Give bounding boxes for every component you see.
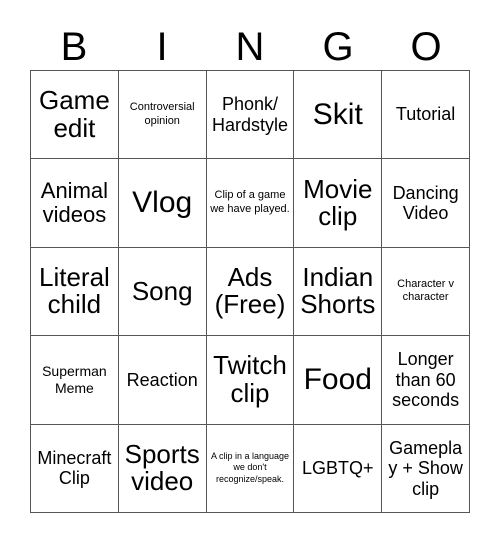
bingo-cell-g2[interactable]: Movie clip	[294, 159, 383, 248]
bingo-cell-label: Twitch clip	[213, 350, 287, 408]
bingo-cell-label: LGBTQ+	[302, 458, 374, 479]
bingo-cell-i1[interactable]: Controversial opinion	[118, 71, 207, 160]
bingo-cell-label: Character v character	[397, 277, 455, 304]
bingo-cell-b4[interactable]: Superman Meme	[31, 336, 119, 425]
bingo-cell-i4[interactable]: Reaction	[118, 336, 207, 425]
bingo-cell-label: Dancing Video	[392, 182, 459, 224]
bingo-cell-o3[interactable]: Character v character	[382, 247, 470, 337]
header-letter-o: O	[410, 25, 442, 69]
bingo-cell-g5[interactable]: LGBTQ+	[294, 424, 383, 513]
bingo-cell-label: Ads (Free)	[214, 261, 286, 320]
bingo-cell-i5[interactable]: Sports video	[118, 424, 207, 513]
header-letter-i: I	[156, 25, 168, 69]
bingo-cell-label: Literal child	[38, 261, 110, 320]
bingo-cell-label: Game edit	[38, 85, 110, 143]
bingo-cell-label: Food	[303, 363, 372, 397]
bingo-cell-n1[interactable]: Phonk/ Hardstyle	[206, 71, 295, 160]
bingo-cell-label: Song	[131, 275, 193, 306]
bingo-cell-label: Minecraft Clip	[37, 447, 112, 489]
bingo-cell-label: Gameplay + Show clip	[388, 437, 463, 499]
bingo-grid: Game edit Controversial opinion Phonk/ H…	[30, 70, 470, 513]
bingo-header: B I N G O	[30, 24, 470, 70]
bingo-cell-o5[interactable]: Gameplay + Show clip	[382, 424, 470, 513]
bingo-cell-b5[interactable]: Minecraft Clip	[31, 424, 119, 513]
bingo-cell-b3[interactable]: Literal child	[31, 247, 119, 337]
bingo-cell-label: Phonk/ Hardstyle	[211, 94, 288, 135]
bingo-cell-label: Indian Shorts	[300, 261, 376, 320]
bingo-cell-label: Superman Meme	[42, 363, 107, 396]
bingo-cell-i2[interactable]: Vlog	[118, 159, 207, 248]
bingo-cell-label: Clip of a game we have played.	[210, 189, 290, 216]
bingo-cell-label: Vlog	[132, 186, 193, 220]
header-letter-g: G	[322, 25, 354, 69]
bingo-cell-g1[interactable]: Skit	[294, 71, 383, 160]
bingo-cell-label: Skit	[312, 97, 363, 131]
bingo-cell-n3[interactable]: Ads (Free)	[206, 247, 295, 337]
bingo-cell-label: Movie clip	[303, 173, 373, 232]
bingo-cell-n5[interactable]: A clip in a language we don't recognize/…	[206, 424, 295, 513]
bingo-cell-label: Animal videos	[40, 177, 109, 228]
bingo-cell-label: A clip in a language we don't recognize/…	[210, 450, 290, 485]
bingo-cell-g4[interactable]: Food	[294, 336, 383, 425]
bingo-cell-label: Controversial opinion	[129, 101, 195, 127]
bingo-cell-o1[interactable]: Tutorial	[382, 71, 470, 160]
bingo-cell-b1[interactable]: Game edit	[31, 71, 119, 160]
bingo-cell-label: Reaction	[126, 369, 198, 390]
bingo-cell-n4[interactable]: Twitch clip	[206, 336, 295, 425]
bingo-cell-g3[interactable]: Indian Shorts	[294, 247, 383, 337]
header-letter-b: B	[60, 25, 88, 69]
bingo-cell-label: Tutorial	[395, 104, 456, 125]
bingo-cell-o4[interactable]: Longer than 60 seconds	[382, 336, 470, 425]
bingo-card: B I N G O Game edit Controversial opinio…	[0, 0, 500, 544]
bingo-cell-label: Longer than 60 seconds	[392, 349, 460, 411]
bingo-cell-o2[interactable]: Dancing Video	[382, 159, 470, 248]
bingo-cell-b2[interactable]: Animal videos	[31, 159, 119, 248]
header-letter-n: N	[235, 25, 265, 69]
bingo-cell-label: Sports video	[124, 438, 200, 497]
bingo-cell-n2[interactable]: Clip of a game we have played.	[206, 159, 295, 248]
bingo-cell-i3[interactable]: Song	[118, 247, 207, 337]
